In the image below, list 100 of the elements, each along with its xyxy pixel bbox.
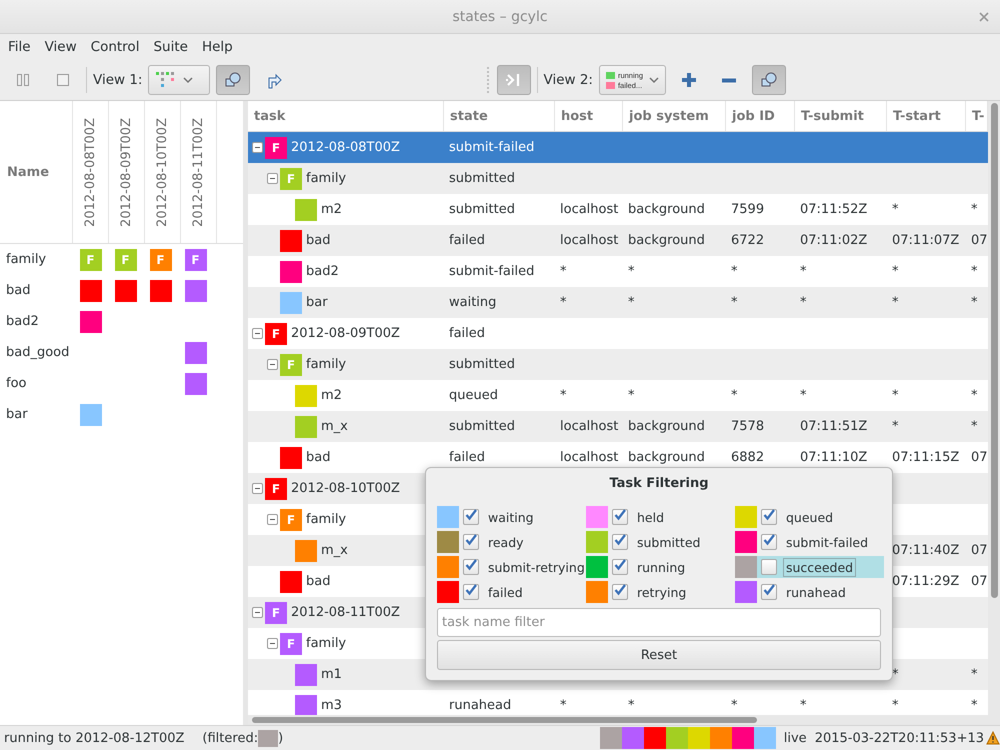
filter-option[interactable]: succeeded [735, 556, 884, 578]
tree-row[interactable]: F family submitted [248, 163, 988, 194]
state-label: submit-failed [785, 534, 870, 552]
checkbox[interactable] [463, 509, 479, 525]
shapes-icon [223, 71, 244, 89]
column-header[interactable]: job system [623, 101, 726, 131]
column-header[interactable]: T-start [887, 101, 966, 131]
reset-button[interactable]: Reset [437, 640, 881, 670]
checkbox[interactable] [612, 584, 628, 600]
pause-icon [16, 72, 30, 88]
task-name: bar [5, 407, 29, 422]
checkbox[interactable] [612, 534, 628, 550]
filter-option[interactable]: ready [437, 531, 586, 553]
run-status: running to 2012-08-12T00Z [4, 730, 184, 746]
tree-row[interactable]: F 2012-08-08T00Z submit-failed [248, 132, 988, 163]
table-cell-text: * [970, 264, 978, 279]
state-label: waiting [487, 508, 535, 526]
collapse-icon[interactable] [267, 638, 278, 649]
checkbox[interactable] [463, 534, 479, 550]
state-text: queued [448, 388, 499, 403]
task-name: bad2 [5, 314, 40, 329]
filter-option[interactable]: submit-retrying [437, 556, 586, 578]
cycle-header: 2012-08-11T00Z [191, 118, 206, 226]
column-header[interactable]: task [248, 101, 444, 131]
menu-item[interactable]: Suite [146, 39, 195, 55]
table-cell-text: * [730, 388, 738, 403]
collapse-icon[interactable] [267, 173, 278, 184]
column-header[interactable]: state [444, 101, 555, 131]
checkbox[interactable] [612, 559, 628, 575]
task-name: 2012-08-10T00Z [291, 481, 400, 496]
task-name: m2 [321, 202, 342, 217]
task-filter-field[interactable]: task name filter [437, 608, 881, 637]
collapse-icon[interactable] [252, 607, 263, 618]
table-cell-text: background [627, 233, 706, 248]
tree-row[interactable]: bad failed localhost background 6722 07:11:02Z 07:11:07Z 07 [248, 225, 988, 256]
task-name: bad [306, 233, 330, 248]
table-cell-text: 07:11:15Z [891, 450, 960, 465]
filter-option[interactable]: held [586, 506, 735, 528]
table-cell-text: localhost [559, 202, 620, 217]
filter-button[interactable] [752, 65, 786, 95]
task-name: m1 [321, 667, 342, 682]
checkbox[interactable] [463, 559, 479, 575]
task-name: m_x [321, 419, 348, 434]
collapse-icon[interactable] [267, 359, 278, 370]
filter-option[interactable]: queued [735, 506, 884, 528]
checkbox[interactable] [463, 584, 479, 600]
column-header[interactable]: host [555, 101, 623, 131]
task-name: 2012-08-08T00Z [291, 140, 400, 155]
stop-icon [56, 73, 70, 87]
collapse-icon[interactable] [267, 514, 278, 525]
checkbox[interactable] [761, 509, 777, 525]
filter-option[interactable]: submitted [586, 531, 735, 553]
filter-option[interactable]: runahead [735, 581, 884, 603]
filter-option[interactable]: retrying [586, 581, 735, 603]
checkbox[interactable] [761, 584, 777, 600]
scrollbar-thumb[interactable] [252, 717, 757, 723]
state-text: submit-failed [448, 264, 536, 279]
table-cell-text: 07:11:52Z [799, 202, 868, 217]
view-label: View 1: [93, 72, 142, 88]
tree-row[interactable]: bar waiting * * * * * * [248, 287, 988, 318]
collapse-icon[interactable] [252, 328, 263, 339]
state-text: waiting [448, 295, 498, 310]
scrollbar-thumb[interactable] [990, 103, 998, 598]
filter-option[interactable]: submit-failed [735, 531, 884, 553]
menu-item[interactable]: Help [194, 39, 240, 55]
filter-button[interactable] [216, 65, 250, 95]
table-cell-text: 07 [970, 574, 988, 589]
table-cell-text: background [627, 450, 706, 465]
group-toggle-button[interactable] [496, 65, 530, 95]
collapse-icon[interactable] [252, 483, 263, 494]
column-header[interactable]: job ID [726, 101, 795, 131]
family-state-icon: F [150, 248, 172, 270]
column-header[interactable]: T-submit [795, 101, 887, 131]
view-dropdown[interactable] [148, 65, 210, 95]
timestamp: 2015-03-22T20:11:53+13 [814, 730, 984, 746]
table-cell-text: * [970, 419, 978, 434]
menu-item[interactable]: File [1, 39, 38, 55]
table-cell-text: * [627, 698, 636, 713]
filter-option[interactable]: running [586, 556, 735, 578]
table-cell-text: 07:11:29Z [891, 574, 960, 589]
table-cell-text: * [891, 202, 900, 217]
table-cell-text: * [891, 295, 900, 310]
warning-icon[interactable] [986, 731, 1000, 745]
task-name: m3 [321, 698, 342, 713]
table-cell-text: * [730, 264, 738, 279]
family-state-icon: F [280, 508, 302, 530]
filter-option[interactable]: waiting [437, 506, 586, 528]
checkbox[interactable] [761, 559, 777, 575]
checkbox[interactable] [612, 509, 628, 525]
tree-row[interactable]: F family submitted [248, 349, 988, 380]
table-cell-text: * [891, 698, 900, 713]
menu-item[interactable]: View [38, 39, 84, 55]
collapse-icon[interactable] [252, 142, 263, 153]
table-cell-text: * [559, 264, 568, 279]
checkbox[interactable] [761, 534, 777, 550]
menu-item[interactable]: Control [84, 39, 146, 55]
table-cell-text: 07:11:51Z [799, 419, 868, 434]
cycle-header: 2012-08-10T00Z [155, 118, 170, 226]
tree-row[interactable]: m_x submitted localhost background 7578 07:11:51Z * * [248, 411, 988, 442]
filter-option[interactable]: failed [437, 581, 586, 603]
